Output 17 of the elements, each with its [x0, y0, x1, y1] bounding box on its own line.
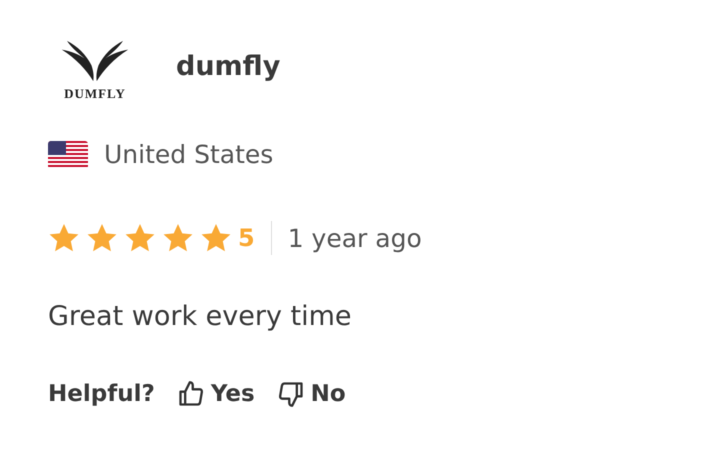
star-icon — [48, 222, 80, 254]
country-name: United States — [104, 140, 274, 169]
thumbs-up-icon — [176, 380, 205, 408]
no-button[interactable]: No — [276, 380, 346, 408]
yes-button[interactable]: Yes — [176, 380, 255, 408]
helpful-label: Helpful? — [48, 381, 155, 407]
star-icon — [200, 222, 232, 254]
review-time: 1 year ago — [288, 224, 422, 252]
reviewer-name: dumfly — [176, 50, 280, 82]
rating-score: 5 — [238, 224, 255, 252]
star-icon — [162, 222, 194, 254]
thumbs-down-icon — [276, 380, 305, 408]
logo-text: DUMFLY — [64, 86, 126, 102]
review-text: Great work every time — [48, 301, 353, 332]
star-icon — [86, 222, 118, 254]
us-flag-icon — [48, 140, 88, 168]
star-icon — [124, 222, 156, 254]
